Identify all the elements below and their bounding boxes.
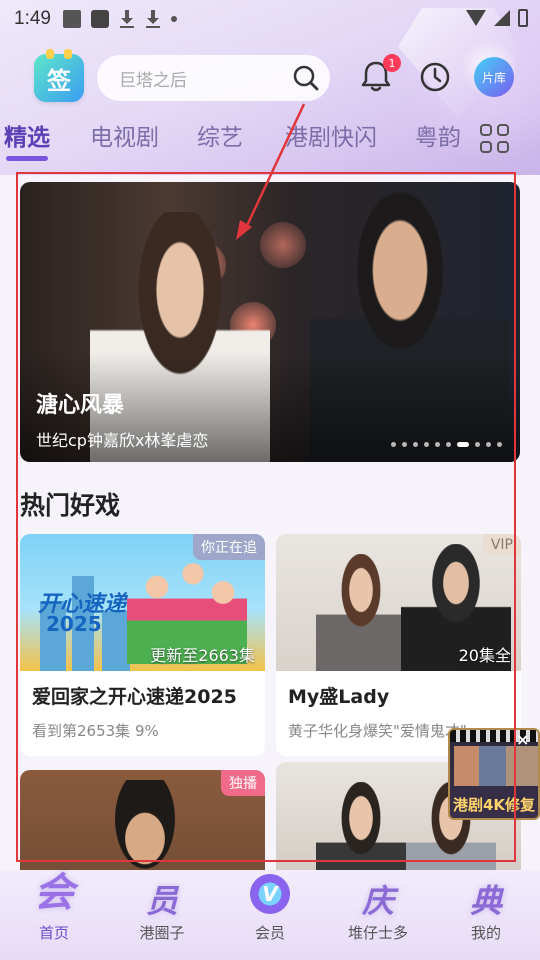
- status-icons: [62, 10, 177, 28]
- tab-variety[interactable]: 综艺: [197, 118, 243, 152]
- pagination-dot: [435, 442, 440, 447]
- status-right: [466, 9, 528, 27]
- status-bar: 1:49: [0, 0, 540, 38]
- nav-item-hk-circle[interactable]: 员 港圈子: [108, 870, 216, 960]
- nav-label: 会员: [254, 924, 285, 942]
- nav-item-shop[interactable]: 庆 堆仔士多: [324, 870, 432, 960]
- pagination-dot: [402, 442, 407, 447]
- library-button[interactable]: 片库: [474, 57, 514, 97]
- film-frames: [454, 746, 538, 786]
- status-time: 1:49: [14, 8, 51, 29]
- nav-decoration: 会: [34, 870, 74, 916]
- library-label: 片库: [481, 70, 506, 85]
- drama-card[interactable]: 独播: [20, 770, 265, 870]
- vip-icon: V: [250, 874, 290, 914]
- section-title: 热门好戏: [20, 491, 121, 520]
- tab-featured[interactable]: 精选: [4, 118, 50, 152]
- drama-card[interactable]: 开心速递 2025 你正在追 更新至2663集 爱回家之开心速递2025 看到第…: [20, 534, 265, 756]
- pagination-dot: [446, 442, 451, 447]
- search-input[interactable]: 巨塔之后: [97, 55, 330, 101]
- show-logo-year: 2025: [46, 612, 102, 636]
- pagination-dot: [391, 442, 396, 447]
- promo-text: 港剧4K修复: [452, 796, 536, 814]
- checkin-button[interactable]: 签: [34, 49, 84, 102]
- download-icon: [119, 10, 135, 28]
- nav-label: 港圈子: [139, 924, 185, 942]
- pagination-dot: [486, 442, 491, 447]
- gallery-icon: [62, 10, 81, 28]
- bottom-navigation: 会 首页 员 港圈子 V 会员 庆 堆仔士多 典 我的: [0, 870, 540, 960]
- calendar-ring-icon: [46, 49, 54, 59]
- pagination-dot: [475, 442, 480, 447]
- drama-title: 爱回家之开心速递2025: [32, 686, 237, 708]
- search-placeholder: 巨塔之后: [119, 70, 187, 91]
- pagination-dot: [497, 442, 502, 447]
- checkin-label: 签: [47, 66, 71, 95]
- cast-figure: [90, 780, 200, 870]
- banner-subtitle: 世纪cp钟嘉欣x林峯虐恋: [36, 431, 209, 450]
- category-tabs: 精选 电视剧 综艺 港剧快闪 粤韵: [0, 118, 540, 162]
- category-grid-icon[interactable]: [480, 124, 510, 154]
- nav-label: 堆仔士多: [347, 924, 408, 942]
- notification-badge: 1: [383, 54, 401, 72]
- drama-card[interactable]: VIP 20集全 My盛Lady 黄子华化身爆笑"爱情鬼才": [276, 534, 521, 756]
- banner-title: 溏心风暴: [36, 393, 125, 418]
- active-tab-indicator: [6, 156, 48, 161]
- signal-icon: [494, 10, 510, 26]
- nav-label: 首页: [38, 924, 69, 942]
- featured-banner[interactable]: 溏心风暴 世纪cp钟嘉欣x林峯虐恋: [20, 182, 520, 462]
- cast-figure: [316, 782, 406, 870]
- pagination-dot: [413, 442, 418, 447]
- history-icon[interactable]: [418, 60, 452, 94]
- app-notification-icon: [90, 10, 109, 28]
- banner-pagination: [391, 442, 502, 447]
- calendar-ring-icon: [64, 49, 72, 59]
- nav-decoration: 典: [469, 882, 502, 920]
- wifi-icon: [466, 10, 486, 26]
- battery-icon: [518, 9, 528, 27]
- building-decoration: [102, 611, 130, 671]
- drama-title: My盛Lady: [288, 686, 390, 708]
- more-notifications-icon: [170, 16, 177, 22]
- exclusive-tag: 独播: [221, 770, 265, 796]
- nav-label: 我的: [470, 924, 501, 942]
- tab-cantonese-opera[interactable]: 粤韵: [415, 118, 461, 152]
- episode-info: 20集全: [458, 646, 511, 665]
- nav-item-profile[interactable]: 典 我的: [432, 870, 540, 960]
- nav-item-membership[interactable]: V 会员: [216, 870, 324, 960]
- nav-decoration: 员: [145, 882, 178, 920]
- watch-progress: 看到第2653集 9%: [32, 722, 159, 740]
- pagination-dot: [424, 442, 429, 447]
- tab-tv-series[interactable]: 电视剧: [90, 118, 159, 152]
- pagination-dot-active: [457, 442, 469, 447]
- nav-item-home[interactable]: 会 首页: [0, 870, 108, 960]
- nav-decoration: 庆: [361, 882, 394, 920]
- download-icon: [145, 10, 161, 28]
- cast-figure: [316, 554, 406, 671]
- vip-tag: VIP: [482, 534, 521, 556]
- following-tag: 你正在追: [193, 534, 265, 560]
- close-icon[interactable]: ×: [516, 730, 529, 749]
- episode-info: 更新至2663集: [150, 646, 255, 665]
- search-icon[interactable]: [292, 64, 320, 92]
- tab-hk-drama-flash[interactable]: 港剧快闪: [285, 118, 377, 152]
